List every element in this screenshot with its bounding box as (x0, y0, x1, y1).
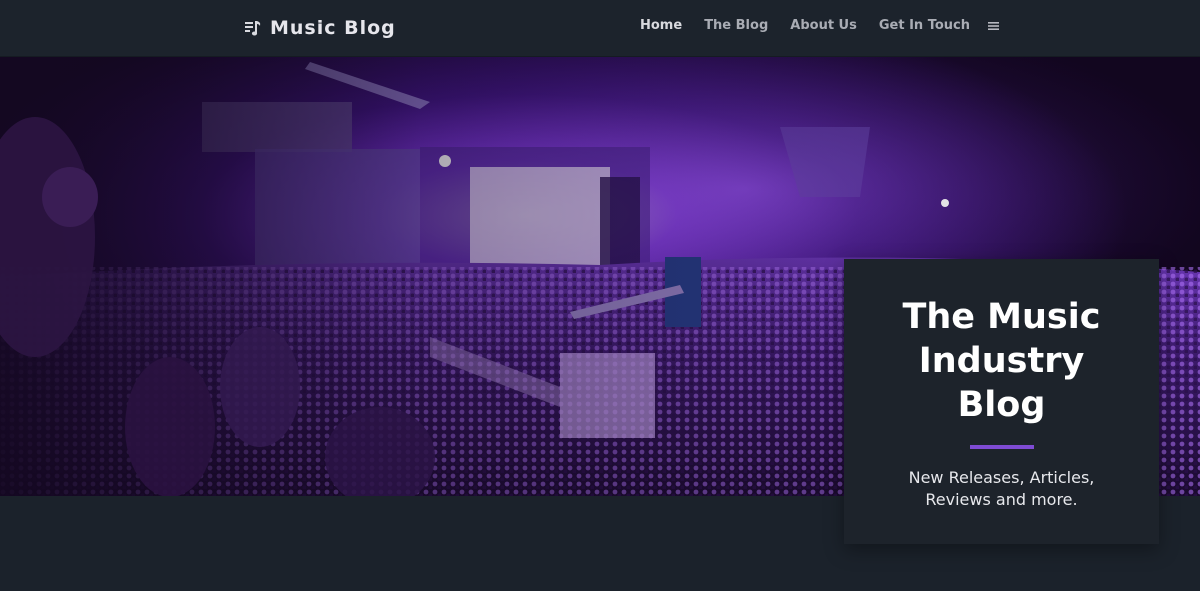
nav-home[interactable]: Home (640, 18, 682, 33)
top-navigation-bar: Music Blog Home The Blog About Us Get In… (0, 0, 1200, 57)
brand-name: Music Blog (270, 17, 396, 39)
hero-subtitle: New Releases, Articles, Reviews and more… (908, 468, 1095, 509)
nav-get-in-touch[interactable]: Get In Touch (879, 18, 970, 33)
main-nav: Home The Blog About Us Get In Touch (640, 18, 999, 33)
nav-the-blog[interactable]: The Blog (704, 18, 768, 33)
music-note-icon (245, 21, 261, 36)
hero-card: The Music Industry Blog New Releases, Ar… (844, 259, 1159, 544)
accent-divider (969, 445, 1034, 449)
hero-title: The Music Industry Blog (902, 297, 1101, 425)
nav-about-us[interactable]: About Us (790, 18, 857, 33)
hamburger-menu-icon[interactable] (988, 21, 999, 31)
brand-link[interactable]: Music Blog (244, 14, 396, 42)
